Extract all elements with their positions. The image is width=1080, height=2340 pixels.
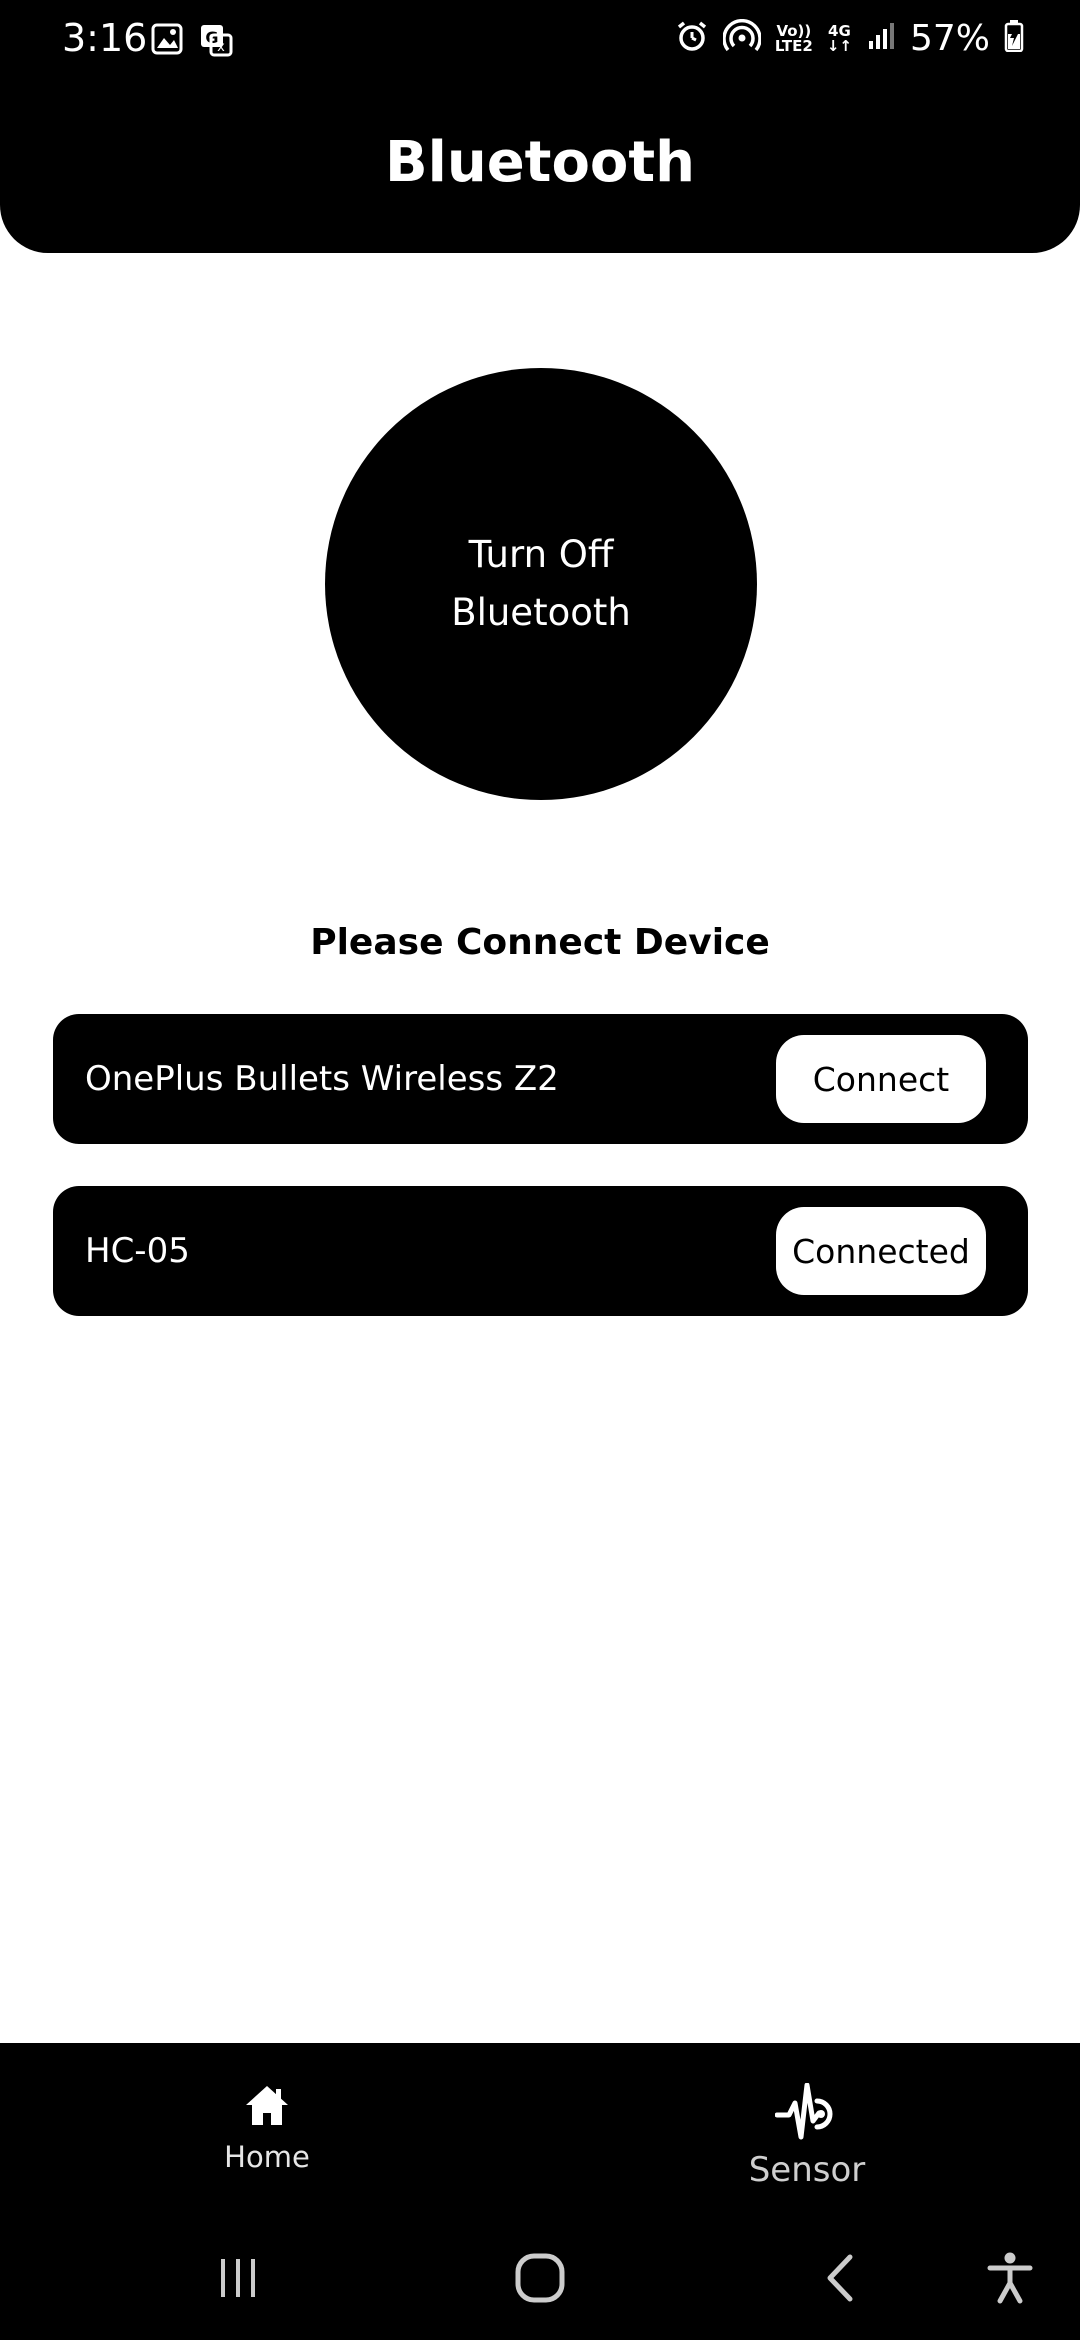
back-icon — [820, 2253, 864, 2308]
alarm-icon — [675, 19, 709, 58]
home-circle-icon — [514, 2252, 566, 2309]
network-type-icon: 4G ↓↑ — [826, 23, 852, 55]
bottom-navigation: Home Sensor — [0, 2043, 1080, 2340]
volte-icon: Vo)) LTE2 — [774, 23, 813, 55]
status-time: 3:16 — [62, 16, 148, 60]
status-bar: 3:16 G x Vo)) LTE2 4G ↓↑ 57% — [0, 0, 1080, 80]
nav-item-sensor[interactable]: Sensor — [657, 2082, 957, 2190]
sensor-icon — [774, 2082, 839, 2147]
accessibility-icon — [987, 2251, 1033, 2310]
system-navigation-bar — [0, 2220, 1080, 2340]
signal-icon — [866, 21, 896, 56]
connect-button[interactable]: Connect — [776, 1035, 986, 1123]
battery-charging-icon — [1004, 20, 1024, 57]
svg-text:x: x — [217, 40, 225, 55]
home-icon — [243, 2086, 291, 2133]
hotspot-icon — [722, 19, 762, 58]
bluetooth-toggle-button[interactable]: Turn Off Bluetooth — [325, 368, 757, 800]
system-home-button[interactable] — [500, 2250, 580, 2310]
accessibility-button[interactable] — [970, 2250, 1050, 2310]
device-name: HC-05 — [85, 1231, 190, 1271]
status-left-icons: G x — [150, 22, 234, 63]
gallery-notification-icon — [150, 22, 184, 63]
section-title: Please Connect Device — [310, 922, 770, 963]
battery-percent: 57% — [909, 18, 990, 59]
volte-label-bottom: LTE2 — [774, 36, 813, 55]
recents-icon — [213, 2253, 263, 2308]
nav-label-home: Home — [224, 2140, 310, 2174]
status-right-icons: Vo)) LTE2 4G ↓↑ 57% — [675, 18, 1024, 59]
nav-label-sensor: Sensor — [748, 2150, 866, 2190]
device-row: OnePlus Bullets Wireless Z2 Connect — [53, 1014, 1028, 1144]
back-button[interactable] — [802, 2250, 882, 2310]
bluetooth-toggle-label: Turn Off Bluetooth — [451, 533, 631, 634]
device-name: OnePlus Bullets Wireless Z2 — [85, 1059, 559, 1099]
connected-button[interactable]: Connected — [776, 1207, 986, 1295]
recents-button[interactable] — [198, 2250, 278, 2310]
app-header: 3:16 G x Vo)) LTE2 4G ↓↑ 57% Bluetooth — [0, 0, 1080, 253]
translate-notification-icon: G x — [198, 22, 234, 63]
data-arrows-icon: ↓↑ — [826, 36, 852, 55]
device-row: HC-05 Connected — [53, 1186, 1028, 1316]
page-title: Bluetooth — [384, 130, 696, 195]
nav-item-home[interactable]: Home — [117, 2083, 417, 2174]
